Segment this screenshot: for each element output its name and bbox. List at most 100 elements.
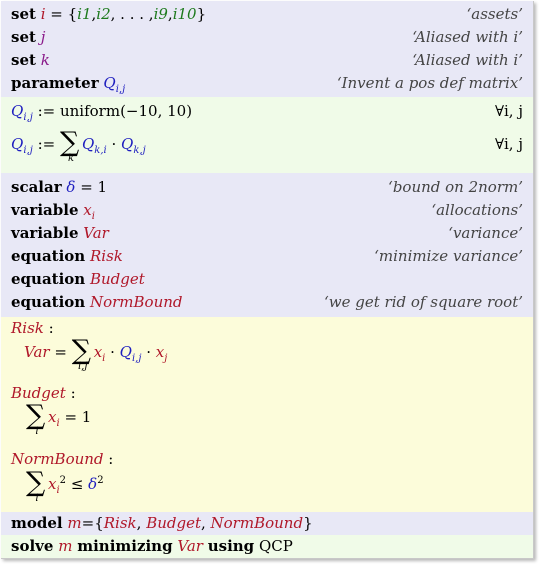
- set-member: i2: [96, 5, 111, 23]
- dot-operator: ·: [141, 343, 156, 361]
- equation-name: NormBound: [11, 450, 104, 468]
- keyword: set: [11, 5, 36, 23]
- separator: ,: [200, 514, 211, 532]
- ellipsis: , . . . ,: [110, 5, 154, 23]
- model-listing: set i = {i1,i2, . . . ,i9,i10} ‘assets’ …: [1, 1, 534, 559]
- parameter-name: Q: [103, 74, 116, 92]
- parameter-symbol: Q: [119, 343, 132, 361]
- comment: ‘Aliased with i’: [412, 51, 523, 69]
- dot-operator: ·: [106, 135, 122, 153]
- model-section: model m={Risk, Budget, NormBound}: [1, 512, 533, 535]
- comment: ‘assets’: [466, 5, 523, 23]
- summation: ∑ i: [26, 468, 48, 505]
- summation-index: i: [35, 426, 39, 437]
- scalar-declaration: scalar δ = 1 ‘bound on 2norm’: [11, 176, 523, 198]
- keyword: variable: [11, 201, 79, 219]
- comment: ‘Invent a pos def matrix’: [336, 74, 523, 92]
- summation-index: i,j: [77, 361, 88, 372]
- summation: ∑ i: [26, 401, 48, 438]
- keyword: set: [11, 28, 36, 46]
- variable-index: j: [164, 353, 168, 364]
- comment: ‘minimize variance’: [374, 247, 523, 265]
- parameter-index: i,j: [131, 353, 142, 364]
- variable-name: x: [83, 201, 92, 219]
- equation-risk-body: Var = ∑ i,j xi · Qi,j · xj: [24, 336, 168, 373]
- set-j-declaration: set j ‘Aliased with i’: [11, 26, 523, 48]
- equation-normbound-declaration: equation NormBound ‘we get rid of square…: [11, 291, 523, 313]
- equation-risk-declaration: equation Risk ‘minimize variance’: [11, 245, 523, 267]
- summation: ∑ i,j: [72, 336, 94, 373]
- assignment-product: Qi,j := ∑ k Qk,i · Qk,j ∀i, j: [11, 128, 523, 165]
- factor-index: k,j: [133, 145, 146, 156]
- solver-type: QCP: [258, 537, 293, 555]
- scalar-value: = 1: [75, 178, 108, 196]
- variable-x-declaration: variable xi ‘allocations’: [11, 199, 523, 222]
- keyword: model: [11, 514, 63, 532]
- equation-name: Budget: [89, 270, 145, 288]
- assignments-section: Qi,j := uniform(−10, 10) ∀i, j Qi,j := ∑…: [1, 97, 533, 173]
- variable-symbol: x: [93, 343, 103, 361]
- forall-domain: ∀i, j: [494, 102, 523, 120]
- parameter-declaration: parameter Qi,j ‘Invent a pos def matrix’: [11, 72, 523, 95]
- keyword: minimizing: [77, 537, 173, 555]
- lhs-variable: Var: [24, 343, 50, 361]
- comment: ‘allocations’: [431, 201, 523, 219]
- summation: ∑ k: [60, 128, 82, 165]
- exponent: 2: [97, 475, 104, 486]
- keyword: solve: [11, 537, 54, 555]
- less-equal: ≤: [66, 475, 89, 493]
- equation-name: Risk: [89, 247, 123, 265]
- equation-risk-label: Risk :: [11, 318, 54, 338]
- model-member: Risk: [103, 514, 137, 532]
- summation-index: i: [35, 493, 39, 504]
- equation-name: Risk: [11, 319, 44, 337]
- assign-op: :=: [32, 102, 60, 120]
- solve-statement: solve m minimizing Var using QCP: [11, 535, 523, 557]
- parameter-index: i,j: [115, 84, 126, 95]
- assign-op: :=: [32, 135, 60, 153]
- colon: :: [43, 319, 54, 337]
- factor-symbol: Q: [81, 135, 95, 153]
- keyword: equation: [11, 270, 86, 288]
- keyword: parameter: [11, 74, 99, 92]
- variables-section: scalar δ = 1 ‘bound on 2norm’ variable x…: [1, 173, 533, 317]
- comment: ‘bound on 2norm’: [388, 178, 523, 196]
- comment: ‘we get rid of square root’: [324, 293, 523, 311]
- keyword: scalar: [11, 178, 62, 196]
- set-k-declaration: set k ‘Aliased with i’: [11, 49, 523, 71]
- equation-normbound-body: ∑ i xi2 ≤ δ2: [26, 468, 104, 505]
- set-member: i10: [172, 5, 197, 23]
- brace: }: [303, 514, 313, 532]
- factor-symbol: Q: [121, 135, 134, 153]
- set-member: i9: [153, 5, 168, 23]
- summation-index: k: [67, 153, 74, 164]
- keyword: using: [207, 537, 255, 555]
- factor-index: k,i: [94, 145, 107, 156]
- equation-budget-declaration: equation Budget: [11, 268, 523, 290]
- bound-symbol: δ: [88, 475, 98, 493]
- equals-brace: ={: [81, 514, 104, 532]
- lhs-symbol: Q: [11, 135, 24, 153]
- equations-section: Risk : Var = ∑ i,j xi · Qi,j · xj Budget :…: [1, 317, 533, 512]
- model-member: Budget: [146, 514, 201, 532]
- rhs-expression: uniform(−10, 10): [59, 102, 193, 120]
- equation-budget-body: ∑ i xi = 1: [26, 401, 92, 438]
- variable-index: i: [102, 353, 106, 364]
- forall-domain: ∀i, j: [494, 135, 523, 153]
- declarations-section: set i = {i1,i2, . . . ,i9,i10} ‘assets’ …: [1, 1, 533, 97]
- assignment-uniform: Qi,j := uniform(−10, 10) ∀i, j: [11, 100, 523, 123]
- set-name: k: [40, 51, 50, 69]
- keyword: set: [11, 51, 36, 69]
- lhs-index: i,j: [23, 112, 33, 123]
- variable-symbol: x: [155, 343, 165, 361]
- equation-normbound-label: NormBound :: [11, 449, 113, 469]
- model-member: NormBound: [210, 514, 304, 532]
- equation-rhs: = 1: [59, 408, 92, 426]
- comment: ‘variance’: [448, 224, 523, 242]
- colon: :: [65, 384, 76, 402]
- model-name: m: [58, 537, 73, 555]
- comment: ‘Aliased with i’: [412, 28, 523, 46]
- separator: ,: [136, 514, 147, 532]
- exponent: 2: [59, 475, 67, 486]
- variable-var-declaration: variable Var ‘variance’: [11, 222, 523, 244]
